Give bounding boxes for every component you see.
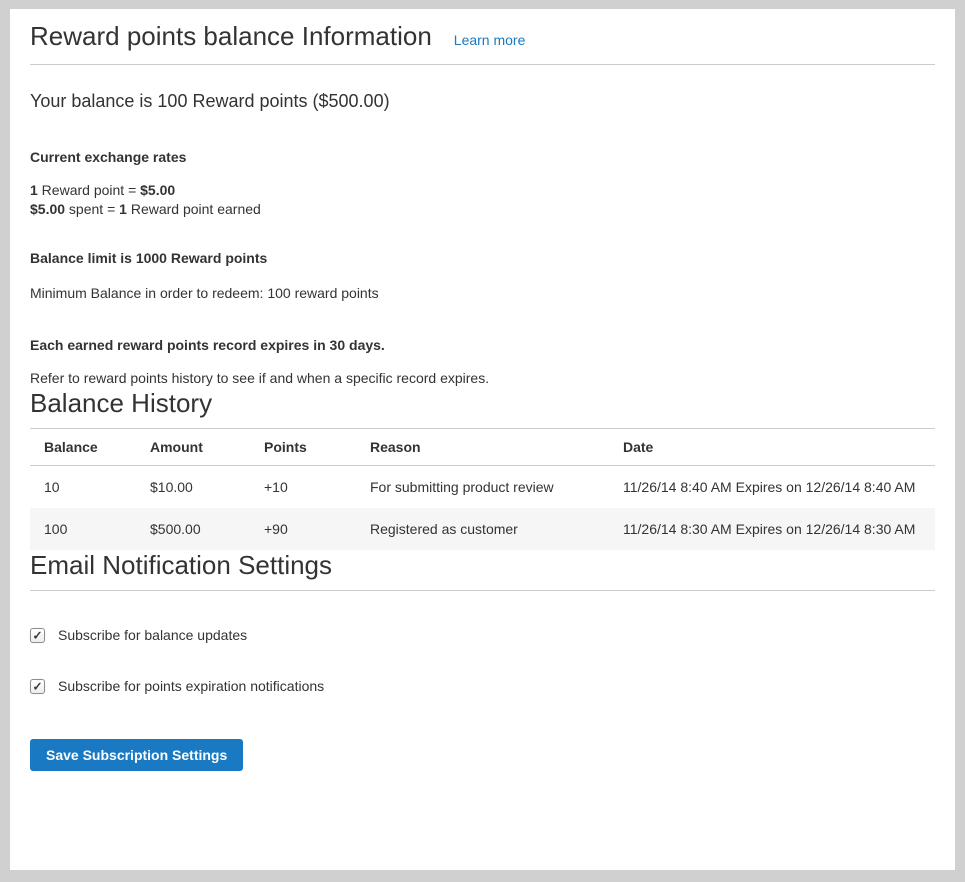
rate-points-value: 1: [30, 182, 38, 198]
cell-amount: $500.00: [136, 508, 250, 550]
column-header-amount: Amount: [136, 429, 250, 466]
cell-points: +10: [250, 466, 356, 509]
minimum-balance-note: Minimum Balance in order to redeem: 100 …: [30, 284, 935, 303]
balance-summary: Your balance is 100 Reward points ($500.…: [30, 89, 935, 114]
page-title: Reward points balance Information: [30, 21, 432, 52]
save-subscription-settings-button[interactable]: Save Subscription Settings: [30, 739, 243, 771]
balance-history-table: Balance Amount Points Reason Date 10 $10…: [30, 429, 935, 550]
spend-currency-value: $5.00: [30, 201, 65, 217]
expiration-note: Refer to reward points history to see if…: [30, 369, 935, 388]
cell-date: 11/26/14 8:30 AM Expires on 12/26/14 8:3…: [609, 508, 935, 550]
balance-limit-heading: Balance limit is 1000 Reward points: [30, 249, 935, 268]
table-row: 100 $500.00 +90 Registered as customer 1…: [30, 508, 935, 550]
expiration-heading: Each earned reward points record expires…: [30, 336, 935, 355]
exchange-rate-line-spending: $5.00 spent = 1 Reward point earned: [30, 200, 935, 219]
rate-currency-value: $5.00: [140, 182, 175, 198]
exchange-rates-heading: Current exchange rates: [30, 148, 935, 167]
reward-points-panel: Reward points balance Information Learn …: [10, 9, 955, 870]
expiration-notifications-checkbox[interactable]: ✓: [30, 679, 45, 694]
cell-reason: For submitting product review: [356, 466, 609, 509]
subscription-option-balance-updates[interactable]: ✓ Subscribe for balance updates: [30, 626, 935, 645]
learn-more-link[interactable]: Learn more: [454, 32, 526, 48]
balance-updates-checkbox[interactable]: ✓: [30, 628, 45, 643]
balance-history-title: Balance History: [30, 388, 935, 429]
exchange-rates-lines: 1 Reward point = $5.00 $5.00 spent = 1 R…: [30, 181, 935, 219]
email-settings-title: Email Notification Settings: [30, 550, 935, 591]
cell-points: +90: [250, 508, 356, 550]
option-label: Subscribe for points expiration notifica…: [58, 677, 324, 696]
column-header-balance: Balance: [30, 429, 136, 466]
cell-reason: Registered as customer: [356, 508, 609, 550]
cell-balance: 10: [30, 466, 136, 509]
checkmark-icon: ✓: [32, 629, 42, 641]
cell-balance: 100: [30, 508, 136, 550]
column-header-reason: Reason: [356, 429, 609, 466]
checkmark-icon: ✓: [32, 680, 42, 692]
exchange-rate-line-earning: 1 Reward point = $5.00: [30, 181, 935, 200]
spend-points-value: 1: [119, 201, 127, 217]
cell-amount: $10.00: [136, 466, 250, 509]
table-row: 10 $10.00 +10 For submitting product rev…: [30, 466, 935, 509]
subscription-option-expiration-notifications[interactable]: ✓ Subscribe for points expiration notifi…: [30, 677, 935, 696]
cell-date: 11/26/14 8:40 AM Expires on 12/26/14 8:4…: [609, 466, 935, 509]
page-header: Reward points balance Information Learn …: [30, 21, 935, 65]
option-label: Subscribe for balance updates: [58, 626, 247, 645]
column-header-date: Date: [609, 429, 935, 466]
table-header-row: Balance Amount Points Reason Date: [30, 429, 935, 466]
column-header-points: Points: [250, 429, 356, 466]
